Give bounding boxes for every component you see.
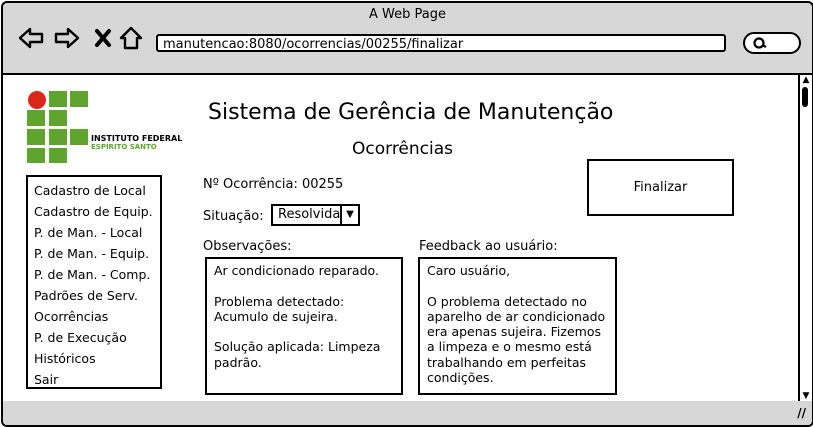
sidebar-item-historicos[interactable]: Históricos <box>34 348 154 369</box>
home-icon <box>119 26 143 50</box>
sidebar-item-pexecucao[interactable]: P. de Execução <box>34 327 154 348</box>
occurrence-number: Nº Ocorrência: 00255 <box>203 177 344 192</box>
sidebar-item-pman-comp[interactable]: P. de Man. - Comp. <box>34 264 154 285</box>
browser-window: A Web Page manutencao:8080/ocorrencias/0… <box>1 1 813 427</box>
scroll-thumb[interactable] <box>802 87 808 107</box>
logo-text-institute: INSTITUTO FEDERAL <box>91 134 183 143</box>
section-title: Ocorrências <box>352 139 454 159</box>
arrow-left-icon <box>18 27 44 49</box>
chevron-down-icon[interactable]: ▼ <box>340 206 358 224</box>
logo-mark <box>27 91 88 163</box>
resize-grip-icon[interactable]: // <box>797 406 806 420</box>
institution-logo: INSTITUTO FEDERAL ESPÍRITO SANTO <box>27 91 187 163</box>
sidebar-item-ocorrencias[interactable]: Ocorrências <box>34 306 154 327</box>
situation-label: Situação: <box>203 209 264 224</box>
search-field[interactable] <box>743 32 801 54</box>
sidebar-item-cadastro-local[interactable]: Cadastro de Local <box>34 180 154 201</box>
sidebar-item-padroes-serv[interactable]: Padrões de Serv. <box>34 285 154 306</box>
search-icon <box>753 37 767 49</box>
sidebar-item-cadastro-equip[interactable]: Cadastro de Equip. <box>34 201 154 222</box>
feedback-textarea[interactable]: Caro usuário, O problema detectado no ap… <box>418 257 617 395</box>
arrow-right-icon <box>54 27 80 49</box>
logo-text-state: ESPÍRITO SANTO <box>91 143 157 151</box>
status-bar: // <box>3 401 812 425</box>
sidebar-item-pman-equip[interactable]: P. de Man. - Equip. <box>34 243 154 264</box>
home-button[interactable] <box>118 25 144 51</box>
finalize-button[interactable]: Finalizar <box>587 159 734 216</box>
app-title: Sistema de Gerência de Manutenção <box>208 100 614 125</box>
page-content: INSTITUTO FEDERAL ESPÍRITO SANTO Sistema… <box>3 73 799 403</box>
close-icon <box>95 29 111 47</box>
observations-label: Observações: <box>203 239 292 254</box>
observations-textarea[interactable]: Ar condicionado reparado. Problema detec… <box>205 257 403 395</box>
forward-button[interactable] <box>54 25 80 51</box>
situation-value: Resolvida <box>278 207 341 222</box>
window-title: A Web Page <box>369 7 446 22</box>
situation-select[interactable]: Resolvida ▼ <box>271 204 360 226</box>
feedback-label: Feedback ao usuário: <box>419 239 558 254</box>
stop-button[interactable] <box>91 25 117 51</box>
sidebar-item-pman-local[interactable]: P. de Man. - Local <box>34 222 154 243</box>
scroll-down-icon[interactable]: ▼ <box>801 391 811 401</box>
sidebar-item-sair[interactable]: Sair <box>34 369 154 390</box>
scroll-up-icon[interactable]: ▲ <box>801 75 811 85</box>
address-bar[interactable]: manutencao:8080/ocorrencias/00255/finali… <box>156 34 726 52</box>
sidebar-menu: Cadastro de Local Cadastro de Equip. P. … <box>26 175 162 389</box>
back-button[interactable] <box>18 25 44 51</box>
vertical-scrollbar[interactable]: ▲ ▼ <box>798 73 812 403</box>
